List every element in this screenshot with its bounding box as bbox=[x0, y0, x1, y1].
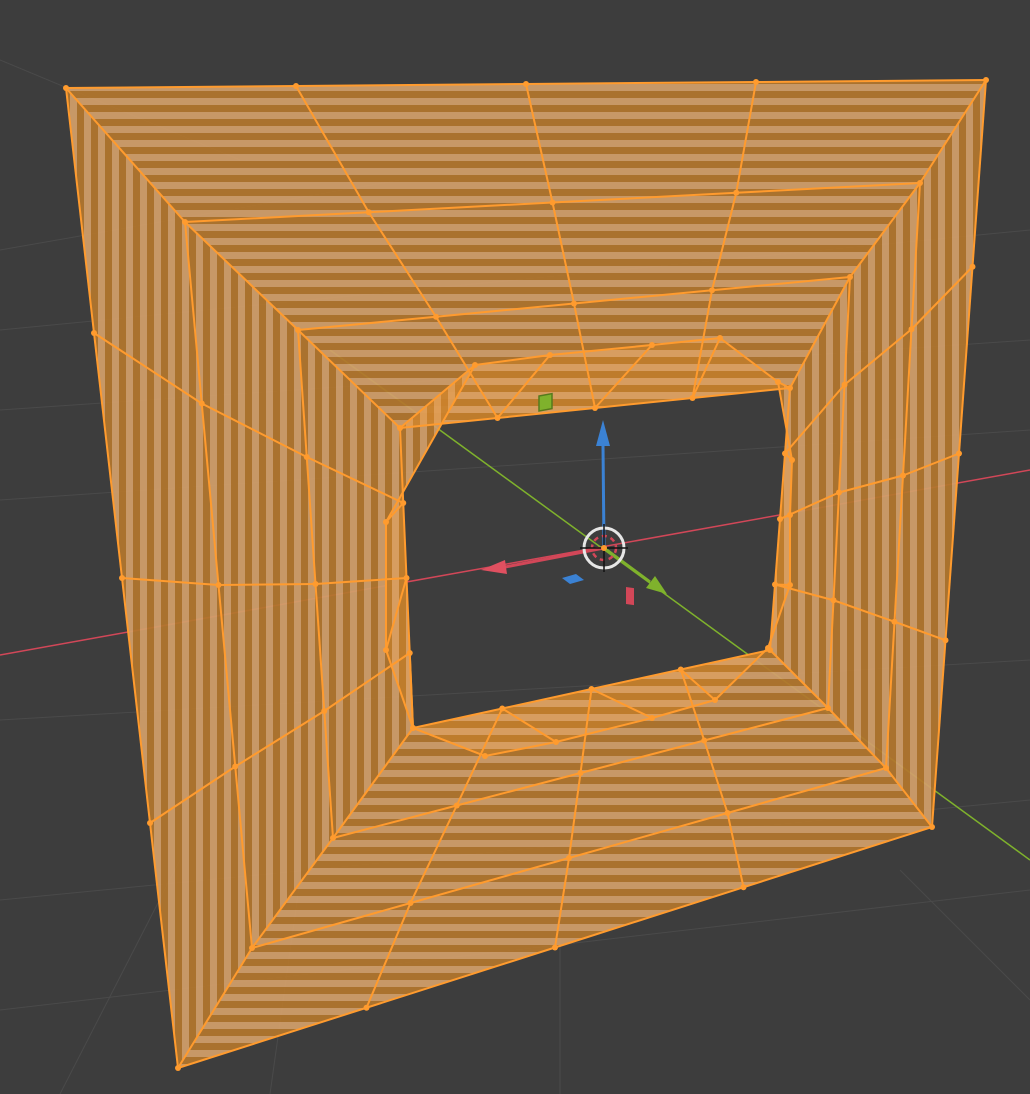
mesh-vertex[interactable] bbox=[825, 705, 831, 711]
mesh-vertex[interactable] bbox=[689, 395, 696, 401]
mesh-vertex[interactable] bbox=[321, 708, 328, 714]
mesh-vertex[interactable] bbox=[249, 945, 255, 951]
mesh-vertex[interactable] bbox=[787, 385, 793, 391]
mesh-vertex[interactable] bbox=[549, 199, 556, 206]
mesh-vertex[interactable] bbox=[830, 597, 837, 604]
x-axis-arrow[interactable] bbox=[481, 560, 507, 574]
object-origin bbox=[601, 545, 607, 551]
mesh-vertex[interactable] bbox=[787, 512, 793, 518]
mesh-vertex[interactable] bbox=[363, 1004, 370, 1011]
grid-line bbox=[899, 869, 1030, 1001]
mesh-vertex[interactable] bbox=[724, 810, 731, 816]
mesh-vertex[interactable] bbox=[777, 516, 783, 522]
mesh-vertex[interactable] bbox=[942, 637, 949, 644]
mesh-vertex[interactable] bbox=[900, 472, 906, 479]
mesh-vertex[interactable] bbox=[983, 77, 989, 83]
mesh-vertex[interactable] bbox=[571, 300, 577, 307]
mesh-vertex[interactable] bbox=[712, 697, 718, 703]
mesh-vertex[interactable] bbox=[330, 835, 336, 841]
mesh-vertex[interactable] bbox=[499, 705, 506, 712]
mesh-vertex[interactable] bbox=[403, 575, 410, 581]
mesh-face-tint bbox=[526, 82, 756, 203]
mesh-vertex[interactable] bbox=[566, 855, 572, 861]
mesh-vertex[interactable] bbox=[175, 1065, 181, 1071]
mesh-vertex[interactable] bbox=[782, 450, 788, 457]
mesh-vertex[interactable] bbox=[883, 765, 889, 771]
mesh-vertex[interactable] bbox=[198, 400, 205, 407]
mesh-face-tint bbox=[833, 475, 903, 622]
mesh-vertex[interactable] bbox=[553, 739, 559, 745]
y-axis-arrow[interactable] bbox=[646, 576, 667, 594]
mesh-vertex[interactable] bbox=[293, 83, 299, 89]
mesh-vertex[interactable] bbox=[433, 313, 439, 320]
mesh-vertex[interactable] bbox=[215, 582, 222, 588]
mesh-vertex[interactable] bbox=[119, 575, 125, 581]
transform-gizmo-icon[interactable] bbox=[481, 392, 667, 606]
viewport-canvas[interactable] bbox=[0, 0, 1030, 1094]
mesh-vertex[interactable] bbox=[891, 618, 898, 625]
mesh-vertex[interactable] bbox=[592, 405, 598, 411]
mesh-vertex[interactable] bbox=[836, 489, 842, 496]
mesh-vertex[interactable] bbox=[775, 379, 781, 385]
3d-viewport[interactable] bbox=[0, 0, 1030, 1094]
mesh-vertex[interactable] bbox=[787, 582, 793, 588]
mesh-vertex[interactable] bbox=[649, 715, 655, 721]
mesh-vertex[interactable] bbox=[91, 330, 97, 336]
mesh-vertex[interactable] bbox=[410, 725, 416, 731]
mesh-vertex[interactable] bbox=[523, 81, 529, 87]
mesh-vertex[interactable] bbox=[677, 666, 684, 673]
mesh-vertex[interactable] bbox=[365, 209, 372, 216]
mesh-vertex[interactable] bbox=[303, 454, 310, 460]
mesh-vertex[interactable] bbox=[740, 884, 747, 891]
x-axis-line bbox=[504, 546, 605, 569]
mesh-face-tint bbox=[894, 453, 959, 641]
mesh-vertex[interactable] bbox=[494, 415, 501, 421]
mesh-vertex[interactable] bbox=[701, 737, 708, 744]
mesh-vertex[interactable] bbox=[841, 381, 848, 388]
mesh-vertex[interactable] bbox=[577, 770, 584, 776]
mesh-vertex[interactable] bbox=[753, 79, 759, 85]
mesh-vertex[interactable] bbox=[789, 457, 795, 463]
mesh-vertex[interactable] bbox=[312, 581, 319, 587]
mesh-edge[interactable] bbox=[218, 583, 316, 586]
mesh-vertex[interactable] bbox=[397, 425, 403, 431]
mesh-vertex[interactable] bbox=[63, 85, 69, 91]
mesh-vertex[interactable] bbox=[552, 944, 558, 951]
mesh-vertex[interactable] bbox=[547, 352, 553, 358]
mesh-vertex[interactable] bbox=[482, 753, 488, 759]
mesh-vertex[interactable] bbox=[407, 900, 414, 906]
mesh-vertex[interactable] bbox=[295, 327, 301, 333]
xz-plane-handle[interactable] bbox=[538, 392, 553, 412]
mesh-face-tint bbox=[552, 192, 737, 304]
mesh-vertex[interactable] bbox=[733, 189, 740, 196]
mesh-vertex[interactable] bbox=[453, 802, 460, 809]
mesh-vertex[interactable] bbox=[383, 647, 389, 653]
mesh-vertex[interactable] bbox=[765, 645, 771, 651]
mesh-vertex[interactable] bbox=[908, 326, 915, 333]
mesh-vertex[interactable] bbox=[847, 274, 853, 280]
mesh-vertex[interactable] bbox=[772, 581, 778, 588]
mesh-vertex[interactable] bbox=[588, 686, 595, 692]
mesh-vertex[interactable] bbox=[929, 824, 935, 830]
mesh-faces[interactable] bbox=[66, 80, 986, 1068]
mesh-vertex[interactable] bbox=[969, 263, 976, 270]
xy-plane-handle[interactable] bbox=[562, 574, 584, 584]
mesh-vertex[interactable] bbox=[709, 287, 715, 294]
yz-plane-handle[interactable] bbox=[626, 586, 634, 606]
mesh-vertex[interactable] bbox=[182, 219, 188, 225]
mesh-vertex[interactable] bbox=[956, 450, 962, 457]
mesh-vertex[interactable] bbox=[917, 180, 923, 186]
mesh-vertex[interactable] bbox=[383, 519, 389, 525]
mesh-vertex[interactable] bbox=[232, 763, 239, 770]
y-axis-line bbox=[603, 546, 651, 584]
z-axis-arrow[interactable] bbox=[596, 420, 610, 446]
mesh-vertex[interactable] bbox=[472, 362, 478, 368]
mesh-vertex[interactable] bbox=[406, 650, 413, 656]
mesh-vertex[interactable] bbox=[400, 500, 407, 506]
mesh-vertex[interactable] bbox=[717, 335, 723, 341]
mesh-vertex[interactable] bbox=[649, 342, 655, 348]
mesh-vertex[interactable] bbox=[147, 820, 153, 826]
